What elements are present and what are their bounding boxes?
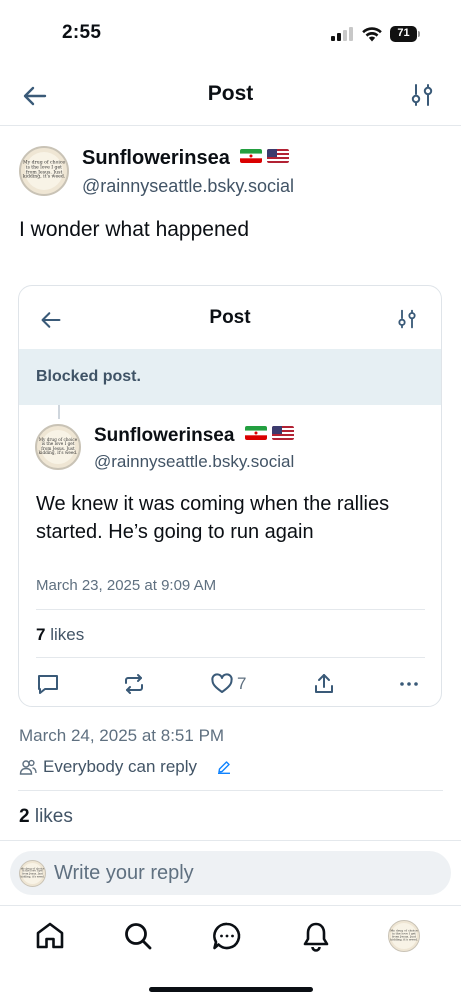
- wifi-icon: [362, 27, 382, 42]
- embedded-likes-label: likes: [50, 625, 85, 644]
- embedded-author-display-name: Sunflowerinsea: [94, 425, 294, 447]
- people-icon: [19, 759, 37, 775]
- battery-percent: 71: [397, 27, 410, 39]
- embedded-likes-number: 7: [36, 625, 46, 644]
- status-time: 2:55: [62, 22, 102, 43]
- likes-label: likes: [34, 806, 73, 827]
- embedded-author-avatar: My drug of choice is the love I get from…: [35, 424, 81, 470]
- reply-settings-label: Everybody can reply: [43, 757, 198, 776]
- likes-count[interactable]: 2 likes: [19, 806, 73, 828]
- page-title: Post: [207, 82, 254, 105]
- embedded-likes-count: 7 likes: [36, 625, 84, 645]
- profile-avatar[interactable]: My drug of choice is the love I get from…: [388, 920, 420, 952]
- avatar-text: My drug of choice is the love I get from…: [22, 160, 66, 180]
- author-avatar[interactable]: My drug of choice is the love I get from…: [19, 146, 69, 196]
- author-handle[interactable]: @rainnyseattle.bsky.social: [82, 176, 294, 197]
- post-header: Post: [0, 66, 461, 126]
- embedded-author-name-text: Sunflowerinsea: [94, 425, 235, 446]
- embedded-page-title: Post: [209, 307, 251, 328]
- divider: [36, 657, 425, 658]
- reply-icon: [38, 675, 58, 694]
- more-options-icon: [400, 682, 418, 686]
- post-timestamp: March 24, 2025 at 8:51 PM: [19, 726, 225, 745]
- iran-flag-icon: [244, 426, 267, 440]
- author-name-text: Sunflowerinsea: [82, 147, 230, 169]
- reply-placeholder: Write your reply: [54, 862, 194, 884]
- thread-settings-icon: [398, 309, 416, 329]
- like-count: 7: [237, 674, 247, 693]
- embedded-post-actions: 7: [19, 672, 441, 702]
- search-icon[interactable]: [122, 920, 154, 952]
- like-action: 7: [210, 672, 270, 696]
- home-indicator: [149, 987, 313, 992]
- edit-pencil-icon[interactable]: [217, 760, 231, 774]
- divider: [18, 790, 443, 791]
- avatar-text: My drug of choice is the love I get from…: [20, 867, 45, 879]
- cellular-signal-icon: [331, 27, 353, 41]
- likes-number: 2: [19, 806, 30, 827]
- battery-icon: 71: [390, 26, 420, 42]
- post-text: I wonder what happened: [19, 218, 250, 241]
- reply-composer[interactable]: My drug of choice is the love I get from…: [10, 851, 451, 895]
- us-flag-icon: [267, 149, 290, 163]
- home-icon[interactable]: [34, 920, 66, 952]
- avatar-text: My drug of choice is the love I get from…: [38, 437, 78, 456]
- iran-flag-icon: [240, 149, 263, 163]
- status-bar: 2:55 71: [0, 0, 461, 64]
- embedded-post-card[interactable]: Post Blocked post. My drug of choice is …: [18, 285, 442, 707]
- divider: [36, 609, 425, 610]
- us-flag-icon: [271, 426, 294, 440]
- blocked-post-notice: Blocked post.: [19, 349, 441, 405]
- chat-icon[interactable]: [211, 920, 243, 952]
- avatar-text: My drug of choice is the love I get from…: [390, 928, 418, 943]
- blocked-post-label: Blocked post.: [36, 368, 141, 385]
- current-user-avatar: My drug of choice is the love I get from…: [19, 860, 46, 887]
- bottom-navigation: My drug of choice is the love I get from…: [0, 905, 461, 1000]
- repost-icon: [125, 674, 143, 694]
- thread-connector-line: [58, 405, 60, 419]
- notifications-icon[interactable]: [300, 920, 332, 952]
- thread-settings-icon[interactable]: [410, 83, 434, 107]
- embedded-post-timestamp: March 23, 2025 at 9:09 AM: [36, 577, 217, 594]
- share-icon: [315, 674, 333, 693]
- embedded-post-header: Post: [19, 286, 441, 349]
- heart-icon: [211, 673, 233, 693]
- author-display-name[interactable]: Sunflowerinsea: [82, 147, 290, 170]
- embedded-post-text: We knew it was coming when the rallies s…: [36, 493, 390, 543]
- divider: [0, 840, 461, 841]
- embedded-author-handle: @rainnyseattle.bsky.social: [94, 452, 295, 471]
